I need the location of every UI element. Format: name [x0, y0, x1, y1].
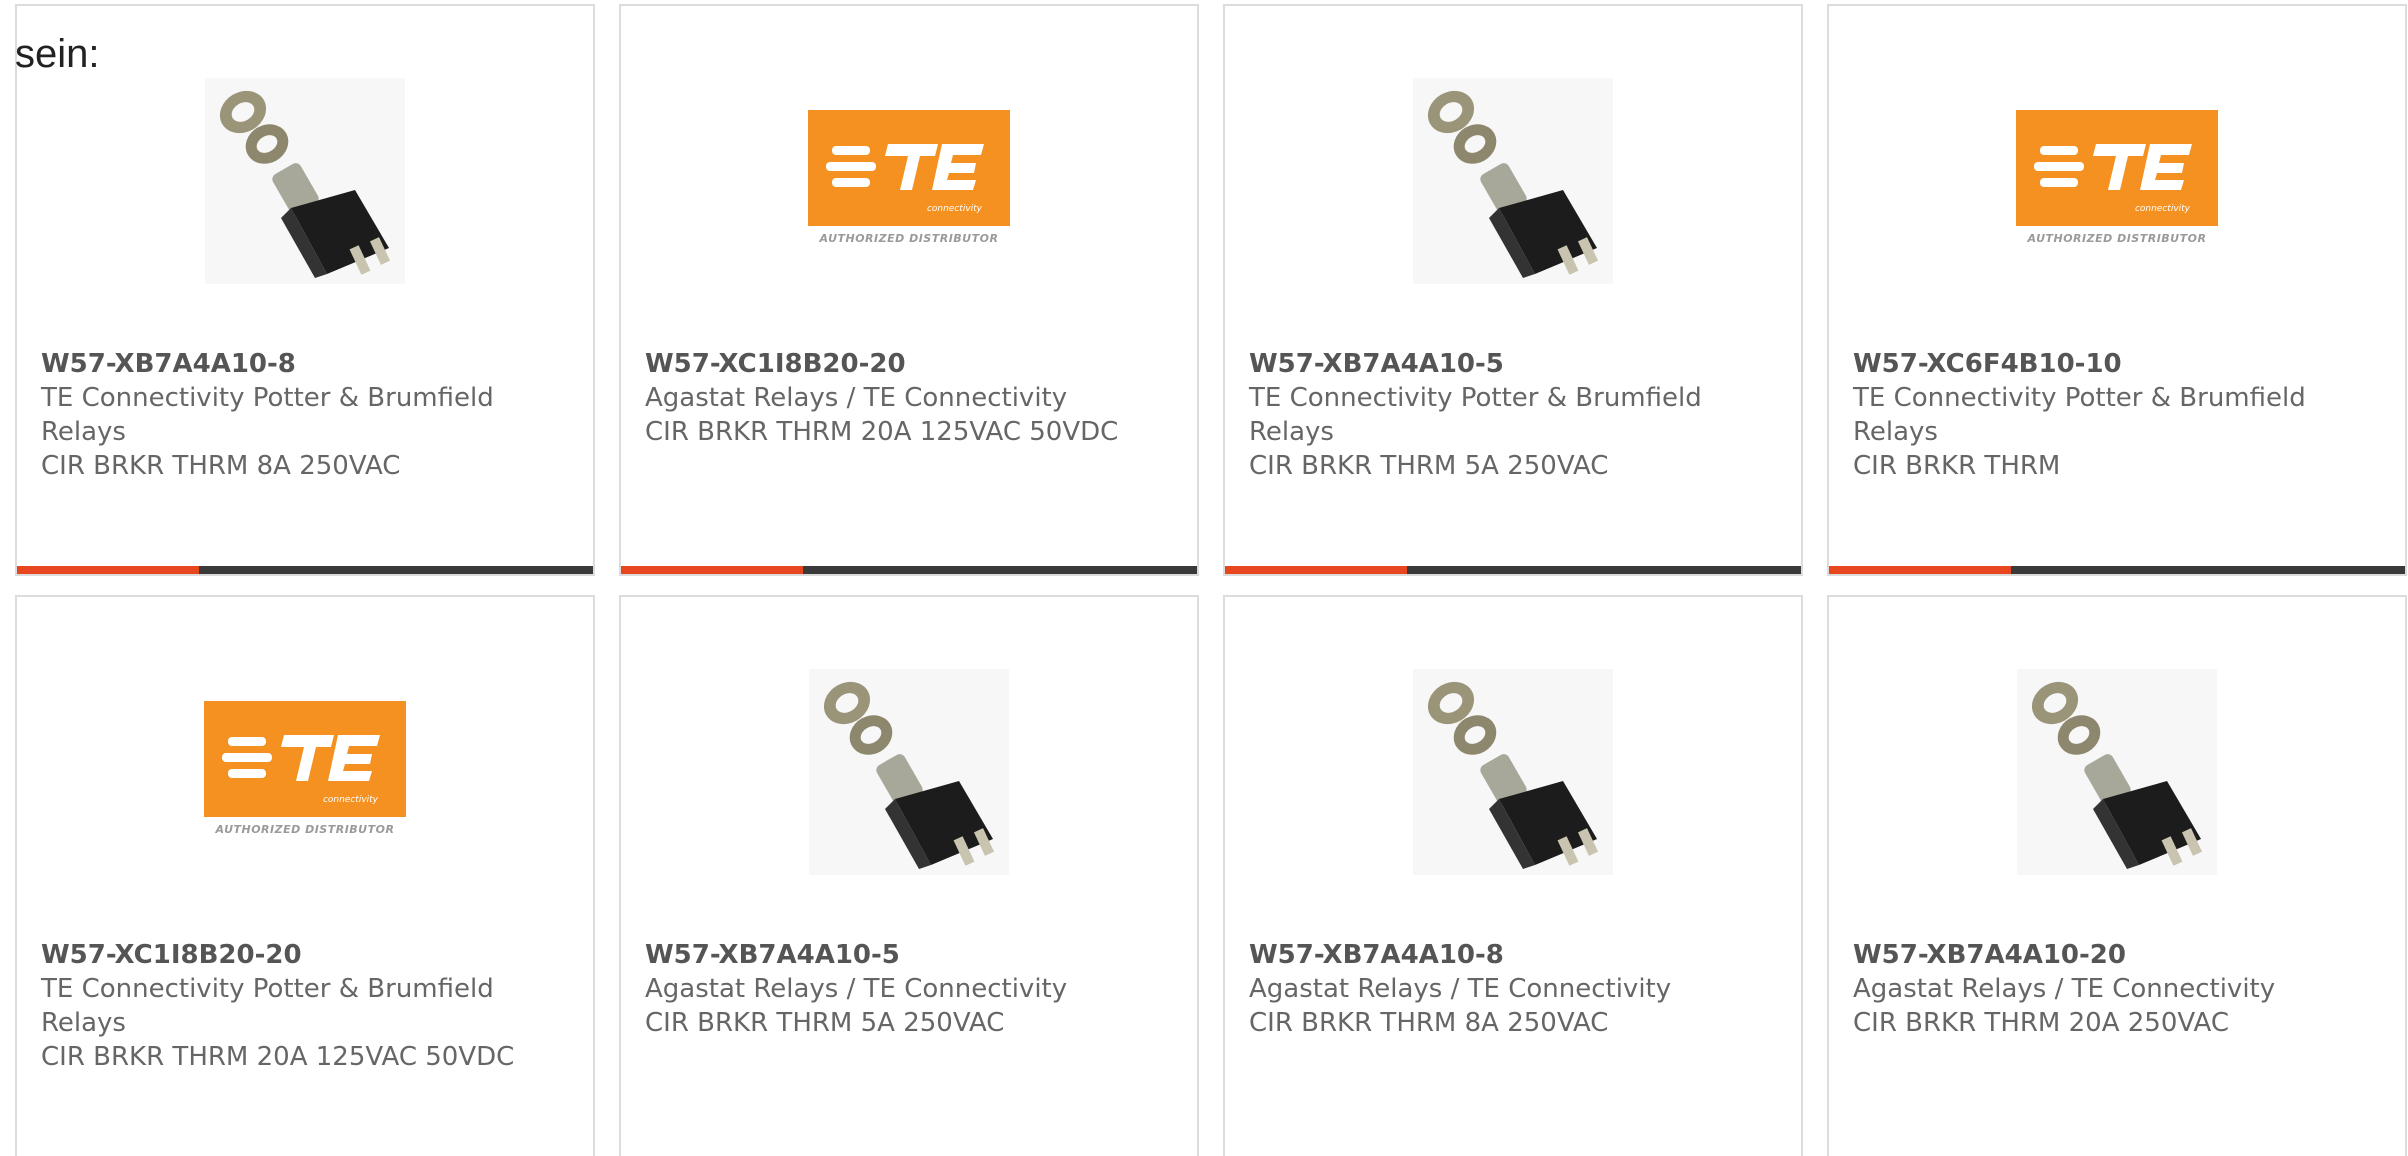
description: CIR BRKR THRM 20A 250VAC: [1853, 1008, 2229, 1038]
description: CIR BRKR THRM 8A 250VAC: [1249, 1008, 1609, 1038]
logo-caption: AUTHORIZED DISTRIBUTOR: [2027, 232, 2207, 245]
te-connectivity-logo: connectivity AUTHORIZED DISTRIBUTOR: [202, 701, 408, 836]
card-bottom-bar: [621, 566, 1197, 574]
product-info: W57-XB7A4A10-20 Agastat Relays / TE Conn…: [1853, 938, 2385, 1040]
part-number-link[interactable]: W57-XB7A4A10-5: [1249, 347, 1781, 381]
manufacturer: Agastat Relays / TE Connectivity: [1249, 974, 1672, 1004]
intro-text: sein:: [15, 32, 100, 76]
circuit-breaker-photo: [2017, 669, 2217, 875]
product-image[interactable]: connectivity AUTHORIZED DISTRIBUTOR: [621, 78, 1197, 284]
te-logo-subtext: connectivity: [926, 204, 982, 214]
manufacturer: Agastat Relays / TE Connectivity: [645, 974, 1068, 1004]
card-bottom-bar: [1225, 566, 1801, 574]
manufacturer: TE Connectivity Potter & Brumfield Relay…: [41, 974, 494, 1038]
part-number-link[interactable]: W57-XB7A4A10-8: [1249, 938, 1781, 972]
part-number-link[interactable]: W57-XB7A4A10-20: [1853, 938, 2385, 972]
part-number-link[interactable]: W57-XB7A4A10-8: [41, 347, 573, 381]
manufacturer: Agastat Relays / TE Connectivity: [645, 383, 1068, 413]
logo-caption: AUTHORIZED DISTRIBUTOR: [215, 823, 395, 836]
product-info: W57-XB7A4A10-8 Agastat Relays / TE Conne…: [1249, 938, 1781, 1040]
product-image[interactable]: [1829, 669, 2405, 875]
circuit-breaker-photo: [1413, 78, 1613, 284]
manufacturer: TE Connectivity Potter & Brumfield Relay…: [1853, 383, 2306, 447]
card-bottom-bar: [1829, 566, 2405, 574]
product-card[interactable]: W57-XB7A4A10-5 TE Connectivity Potter & …: [1223, 4, 1803, 576]
page: sein: W57-XB7A4A10-8 TE Connectivity Pot…: [0, 0, 2408, 1156]
description: CIR BRKR THRM 5A 250VAC: [1249, 451, 1609, 481]
manufacturer: TE Connectivity Potter & Brumfield Relay…: [41, 383, 494, 447]
product-card[interactable]: connectivity AUTHORIZED DISTRIBUTOR W57-…: [15, 595, 595, 1156]
product-card[interactable]: W57-XB7A4A10-8 TE Connectivity Potter & …: [15, 4, 595, 576]
product-image[interactable]: [1225, 669, 1801, 875]
product-card[interactable]: W57-XB7A4A10-8 Agastat Relays / TE Conne…: [1223, 595, 1803, 1156]
circuit-breaker-photo: [1413, 669, 1613, 875]
circuit-breaker-photo: [205, 78, 405, 284]
logo-caption: AUTHORIZED DISTRIBUTOR: [819, 232, 999, 245]
product-card[interactable]: connectivity AUTHORIZED DISTRIBUTOR W57-…: [619, 4, 1199, 576]
product-card[interactable]: connectivity AUTHORIZED DISTRIBUTOR W57-…: [1827, 4, 2407, 576]
circuit-breaker-photo: [809, 669, 1009, 875]
description: CIR BRKR THRM 8A 250VAC: [41, 451, 401, 481]
card-accent-bar: [621, 566, 803, 574]
product-info: W57-XB7A4A10-8 TE Connectivity Potter & …: [41, 347, 573, 483]
te-logo-subtext: connectivity: [2134, 204, 2190, 214]
product-info: W57-XC1I8B20-20 TE Connectivity Potter &…: [41, 938, 573, 1074]
card-accent-bar: [17, 566, 199, 574]
manufacturer: Agastat Relays / TE Connectivity: [1853, 974, 2276, 1004]
product-info: W57-XB7A4A10-5 Agastat Relays / TE Conne…: [645, 938, 1177, 1040]
product-image[interactable]: connectivity AUTHORIZED DISTRIBUTOR: [17, 669, 593, 875]
description: CIR BRKR THRM: [1853, 451, 2061, 481]
te-connectivity-logo: connectivity AUTHORIZED DISTRIBUTOR: [806, 110, 1012, 245]
part-number-link[interactable]: W57-XC6F4B10-10: [1853, 347, 2385, 381]
card-bottom-bar: [17, 566, 593, 574]
product-image[interactable]: [621, 669, 1197, 875]
part-number-link[interactable]: W57-XC1I8B20-20: [41, 938, 573, 972]
manufacturer: TE Connectivity Potter & Brumfield Relay…: [1249, 383, 1702, 447]
card-accent-bar: [1829, 566, 2011, 574]
product-card[interactable]: W57-XB7A4A10-20 Agastat Relays / TE Conn…: [1827, 595, 2407, 1156]
description: CIR BRKR THRM 20A 125VAC 50VDC: [645, 417, 1119, 447]
product-image[interactable]: connectivity AUTHORIZED DISTRIBUTOR: [1829, 78, 2405, 284]
product-info: W57-XC1I8B20-20 Agastat Relays / TE Conn…: [645, 347, 1177, 449]
card-accent-bar: [1225, 566, 1407, 574]
description: CIR BRKR THRM 20A 125VAC 50VDC: [41, 1042, 515, 1072]
product-grid: W57-XB7A4A10-8 TE Connectivity Potter & …: [15, 4, 2407, 1156]
part-number-link[interactable]: W57-XC1I8B20-20: [645, 347, 1177, 381]
part-number-link[interactable]: W57-XB7A4A10-5: [645, 938, 1177, 972]
product-info: W57-XB7A4A10-5 TE Connectivity Potter & …: [1249, 347, 1781, 483]
description: CIR BRKR THRM 5A 250VAC: [645, 1008, 1005, 1038]
product-image[interactable]: [17, 78, 593, 284]
product-card[interactable]: W57-XB7A4A10-5 Agastat Relays / TE Conne…: [619, 595, 1199, 1156]
product-image[interactable]: [1225, 78, 1801, 284]
te-logo-subtext: connectivity: [322, 795, 378, 805]
te-connectivity-logo: connectivity AUTHORIZED DISTRIBUTOR: [2014, 110, 2220, 245]
product-info: W57-XC6F4B10-10 TE Connectivity Potter &…: [1853, 347, 2385, 483]
